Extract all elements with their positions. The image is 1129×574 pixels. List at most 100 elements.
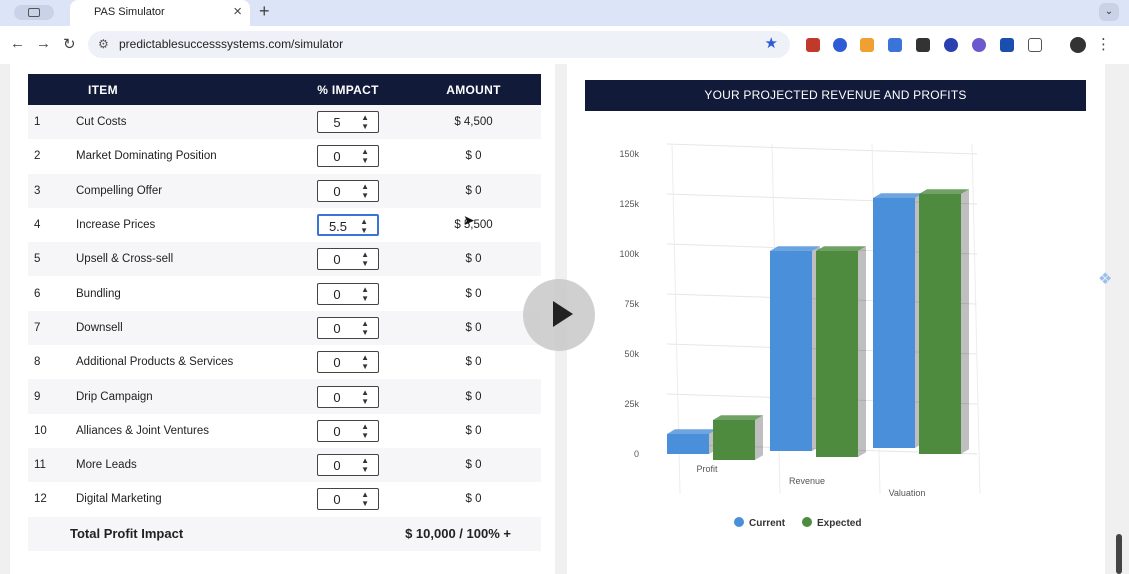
table-row: 5 Upsell & Cross-sell 0 ▲ ▼ $ 0 <box>28 242 541 277</box>
row-amount: $ 0 <box>465 424 482 437</box>
scrollbar[interactable] <box>1116 534 1122 574</box>
impact-stepper[interactable]: 0 ▲ ▼ <box>317 145 379 168</box>
url-input[interactable]: ⚙ predictablesuccesssystems.com/simulato… <box>88 31 790 58</box>
impact-stepper[interactable]: 0 ▲ ▼ <box>317 248 379 271</box>
puzzle-icon[interactable] <box>1028 38 1042 52</box>
row-number: 1 <box>34 116 41 129</box>
gridline <box>971 143 981 495</box>
impact-value: 0 <box>333 458 341 474</box>
impact-stepper[interactable]: 0 ▲ ▼ <box>317 454 379 477</box>
forward-button[interactable]: → <box>36 35 51 52</box>
legend-label-current: Current <box>749 518 786 529</box>
avatar[interactable] <box>1070 37 1086 53</box>
row-amount: $ 0 <box>465 356 482 369</box>
extension-icon[interactable] <box>944 38 958 52</box>
table-row: 9 Drip Campaign 0 ▲ ▼ $ 0 <box>28 379 541 414</box>
row-amount: $ 0 <box>465 287 482 300</box>
impact-table: ITEM % IMPACT AMOUNT 1 Cut Costs 5 ▲ ▼ $ 4,50… <box>28 74 541 551</box>
bookmark-star-icon[interactable]: ★ <box>765 34 778 52</box>
bar-current-valuation <box>873 193 923 448</box>
legend-marker-current <box>734 517 744 527</box>
extension-icon[interactable] <box>1000 38 1014 52</box>
back-button[interactable]: ← <box>10 35 25 52</box>
row-number: 7 <box>34 321 41 334</box>
simulator-panel: ITEM % IMPACT AMOUNT 1 Cut Costs 5 ▲ ▼ $ 4,50… <box>10 64 555 574</box>
row-item-label: Downsell <box>76 321 123 334</box>
stepper-arrows-icon[interactable]: ▲ ▼ <box>361 147 369 165</box>
dropbox-float-icon[interactable]: ❖ <box>1098 269 1112 289</box>
impact-stepper[interactable]: 5.5 ▲ ▼ <box>317 214 379 237</box>
impact-value: 0 <box>333 252 341 268</box>
total-label: Total Profit Impact <box>70 526 184 542</box>
stepper-arrows-icon[interactable]: ▲ ▼ <box>361 182 369 200</box>
browser-tab[interactable]: PAS Simulator × <box>70 0 250 26</box>
stepper-arrows-icon[interactable]: ▲ ▼ <box>361 353 369 371</box>
row-item-label: Digital Marketing <box>76 493 162 506</box>
column-header-item: ITEM <box>88 82 118 97</box>
reload-button[interactable]: ↻ <box>63 35 76 53</box>
table-row: 1 Cut Costs 5 ▲ ▼ $ 4,500 <box>28 105 541 140</box>
y-tick-label: 75k <box>624 299 639 309</box>
tab-search-button[interactable] <box>14 5 54 20</box>
impact-stepper[interactable]: 0 ▲ ▼ <box>317 316 379 339</box>
impact-stepper[interactable]: 0 ▲ ▼ <box>317 385 379 408</box>
extension-icon[interactable] <box>806 38 820 52</box>
x-tick-label: Profit <box>696 464 718 474</box>
chevron-down-icon[interactable]: ⌄ <box>1099 3 1119 21</box>
row-amount: $ 0 <box>465 493 482 506</box>
stepper-arrows-icon[interactable]: ▲ ▼ <box>360 217 368 235</box>
x-tick-label: Revenue <box>789 476 825 486</box>
row-number: 10 <box>34 424 47 437</box>
stepper-arrows-icon[interactable]: ▲ ▼ <box>361 388 369 406</box>
stepper-arrows-icon[interactable]: ▲ ▼ <box>361 319 369 337</box>
row-item-label: Cut Costs <box>76 116 127 129</box>
impact-stepper[interactable]: 0 ▲ ▼ <box>317 351 379 374</box>
column-header-impact: % IMPACT <box>317 82 379 97</box>
row-item-label: Alliances & Joint Ventures <box>76 424 209 437</box>
y-tick-label: 100k <box>619 249 639 259</box>
table-header: ITEM % IMPACT AMOUNT <box>28 74 541 105</box>
extension-icon[interactable] <box>860 38 874 52</box>
y-tick-label: 0 <box>634 449 639 459</box>
stepper-arrows-icon[interactable]: ▲ ▼ <box>361 456 369 474</box>
dropbox-icon[interactable] <box>888 38 902 52</box>
row-item-label: Upsell & Cross-sell <box>76 253 174 266</box>
tab-strip: PAS Simulator × + ⌄ <box>0 0 1129 26</box>
play-button[interactable] <box>523 279 595 351</box>
stepper-arrows-icon[interactable]: ▲ ▼ <box>361 490 369 508</box>
impact-stepper[interactable]: 5 ▲ ▼ <box>317 111 379 134</box>
bar-expected-valuation <box>919 189 969 454</box>
impact-stepper[interactable]: 0 ▲ ▼ <box>317 419 379 442</box>
extension-icon[interactable] <box>916 38 930 52</box>
stepper-arrows-icon[interactable]: ▲ ▼ <box>361 250 369 268</box>
extension-icon[interactable] <box>833 38 847 52</box>
impact-stepper[interactable]: 0 ▲ ▼ <box>317 282 379 305</box>
row-number: 8 <box>34 356 41 369</box>
row-number: 6 <box>34 287 41 300</box>
gridline <box>666 143 978 155</box>
impact-value: 0 <box>333 389 341 405</box>
table-row: 8 Additional Products & Services 0 ▲ ▼ $ 0 <box>28 345 541 380</box>
stepper-arrows-icon[interactable]: ▲ ▼ <box>361 422 369 440</box>
address-bar: ← → ↻ ⚙ predictablesuccesssystems.com/si… <box>0 26 1129 64</box>
row-number: 5 <box>34 253 41 266</box>
extension-icon[interactable] <box>972 38 986 52</box>
row-item-label: Market Dominating Position <box>76 150 217 163</box>
stepper-arrows-icon[interactable]: ▲ ▼ <box>361 285 369 303</box>
site-info-icon[interactable]: ⚙ <box>98 37 109 51</box>
row-amount: $ 0 <box>465 184 482 197</box>
bar-chart: 0 25k 50k 75k 100k 125k 150k Profit Revenue Valua… <box>619 143 981 529</box>
row-amount: $ 0 <box>465 321 482 334</box>
more-menu-icon[interactable]: ⋮ <box>1096 35 1111 53</box>
new-tab-button[interactable]: + <box>259 1 270 22</box>
row-item-label: Bundling <box>76 287 121 300</box>
column-header-amount: AMOUNT <box>446 82 501 97</box>
y-tick-label: 25k <box>624 399 639 409</box>
impact-stepper[interactable]: 0 ▲ ▼ <box>317 488 379 511</box>
impact-value: 0 <box>333 149 341 165</box>
impact-stepper[interactable]: 0 ▲ ▼ <box>317 179 379 202</box>
row-amount: $ 0 <box>465 459 482 472</box>
close-icon[interactable]: × <box>233 3 242 20</box>
stepper-arrows-icon[interactable]: ▲ ▼ <box>361 113 369 131</box>
row-number: 11 <box>34 459 46 472</box>
